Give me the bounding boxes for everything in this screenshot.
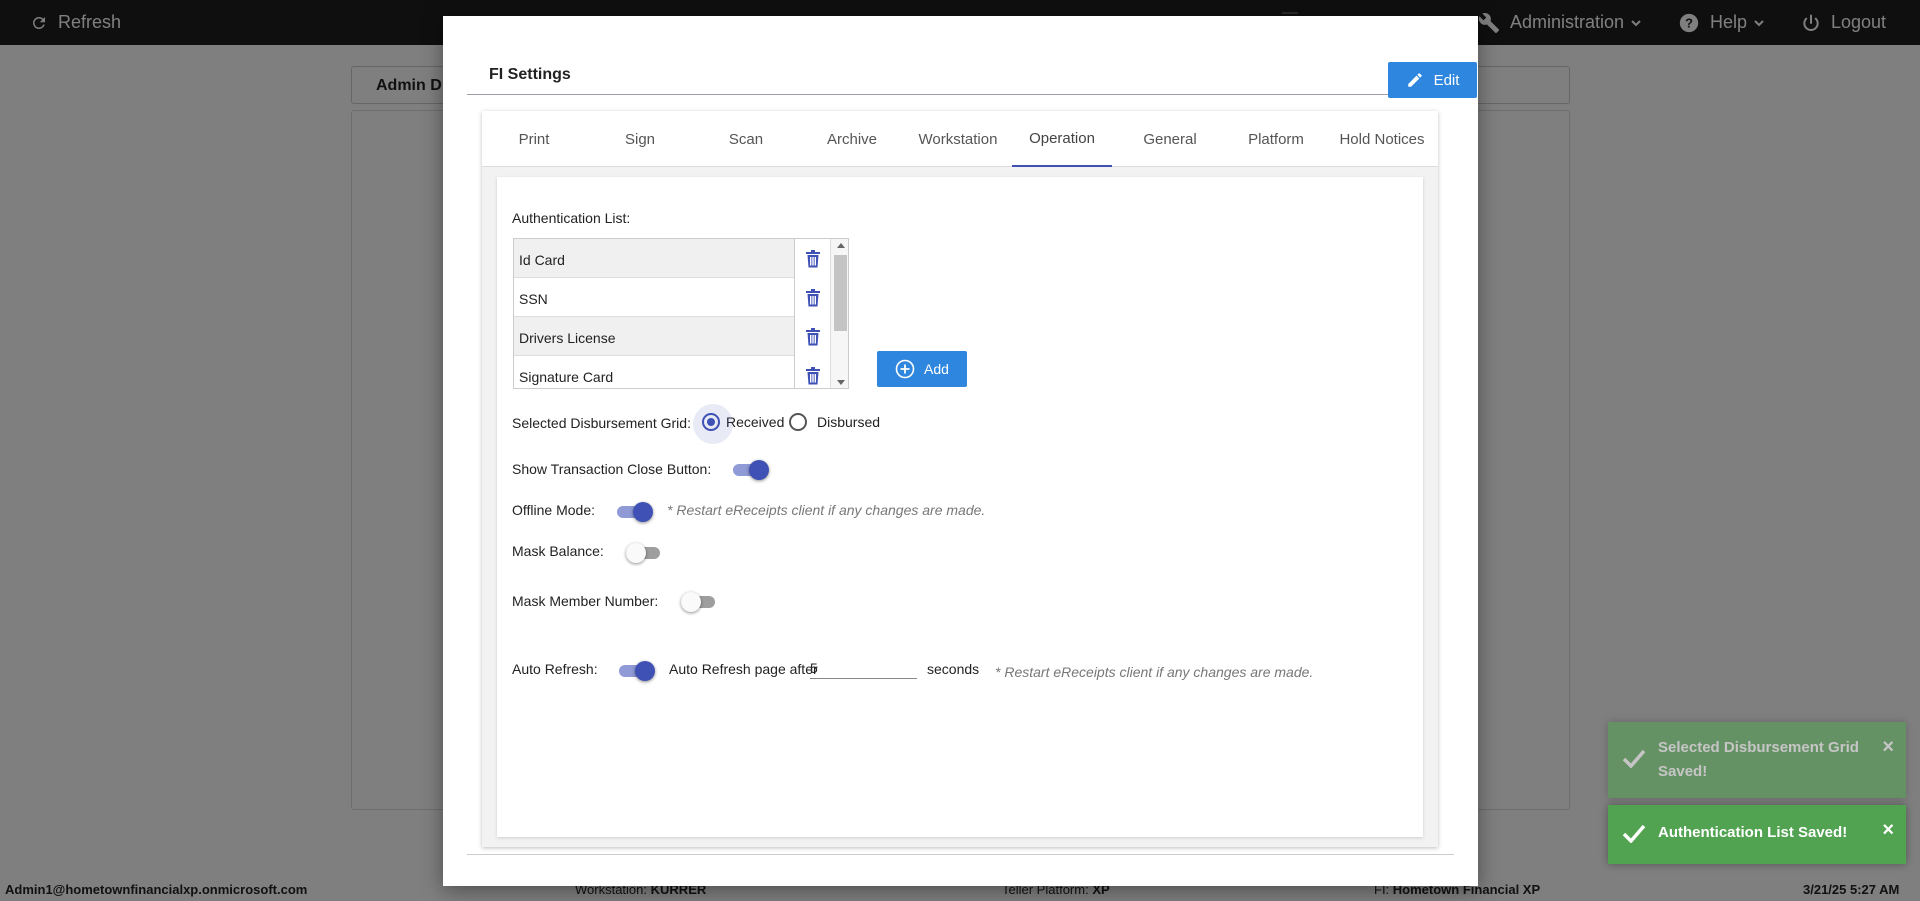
radio-disbursed-label: Disbursed [817, 414, 881, 430]
modal-header: FI Settings Edit [467, 38, 1477, 98]
close-icon[interactable]: × [1882, 819, 1894, 842]
list-item[interactable]: Signature Card [514, 356, 820, 388]
pencil-icon [1407, 73, 1422, 87]
delete-button[interactable] [794, 356, 830, 388]
tab-label: Sign [624, 130, 656, 148]
list-item-label: Drivers License [519, 330, 616, 346]
modal-title: FI Settings [489, 66, 571, 83]
scroll-up-arrow-icon[interactable] [837, 243, 845, 248]
toast-message: Authentication List Saved! [1658, 824, 1848, 841]
operation-settings-panel: Authentication List: Id Card SSN Drivers… [497, 177, 1423, 837]
mask-balance-label: Mask Balance: [512, 543, 604, 559]
scroll-thumb[interactable] [834, 255, 847, 331]
delete-button[interactable] [794, 278, 830, 317]
radio-received[interactable]: Received [693, 404, 785, 444]
list-scrollbar[interactable] [830, 239, 848, 388]
tab-general[interactable]: General [1118, 111, 1222, 167]
tab-label: Operation [1029, 129, 1095, 147]
check-icon [1622, 749, 1646, 768]
settings-card: Print Sign Scan Archive Workstation Oper… [467, 95, 1454, 855]
list-item[interactable]: SSN [514, 278, 820, 317]
add-label: Add [924, 361, 949, 377]
offline-restart-note: * Restart eReceipts client if any change… [667, 502, 986, 518]
edit-button[interactable]: Edit [1388, 62, 1477, 98]
tab-label: Platform [1248, 130, 1304, 148]
toast-authentication-saved[interactable]: Authentication List Saved! × [1608, 805, 1906, 864]
trash-icon [805, 249, 820, 267]
settings-card-body: Print Sign Scan Archive Workstation Oper… [482, 111, 1438, 847]
radio-received-button[interactable] [693, 404, 733, 444]
toast-disbursement-saved[interactable]: Selected Disbursement Grid Saved! × [1608, 722, 1906, 798]
settings-tabs: Print Sign Scan Archive Workstation Oper… [482, 111, 1438, 167]
authentication-list-label: Authentication List: [512, 210, 631, 226]
show-close-button-toggle[interactable] [733, 460, 769, 480]
fi-settings-modal: FI Settings Edit Print Sign Scan Archive… [443, 16, 1478, 886]
tab-scan[interactable]: Scan [694, 111, 798, 167]
auto-refresh-label: Auto Refresh: [512, 661, 598, 677]
tab-label: Scan [728, 130, 764, 148]
edit-label: Edit [1433, 71, 1460, 89]
add-button[interactable]: Add [877, 351, 967, 387]
mask-member-number-label: Mask Member Number: [512, 593, 659, 609]
auto-refresh-toggle[interactable] [619, 661, 655, 681]
radio-disbursed[interactable]: Disbursed [789, 413, 880, 431]
tab-label: Workstation [918, 130, 998, 148]
delete-button[interactable] [794, 317, 830, 356]
radio-received-label: Received [726, 414, 785, 430]
show-close-button-label: Show Transaction Close Button: [512, 461, 712, 477]
list-item-label: Signature Card [519, 369, 614, 385]
list-item-label: SSN [519, 291, 548, 307]
tab-hold-notices[interactable]: Hold Notices [1330, 111, 1434, 167]
tab-label: Print [518, 130, 550, 148]
tab-platform[interactable]: Platform [1224, 111, 1328, 167]
tab-operation[interactable]: Operation [1012, 111, 1112, 167]
scroll-down-arrow-icon[interactable] [837, 380, 845, 385]
disbursement-grid-label: Selected Disbursement Grid: [512, 415, 691, 431]
radio-disbursed-button[interactable] [789, 413, 807, 431]
mask-balance-toggle[interactable] [626, 543, 662, 563]
delete-button[interactable] [794, 239, 830, 278]
toast-message: Selected Disbursement Grid Saved! [1658, 739, 1859, 780]
tab-label: Archive [826, 130, 878, 148]
list-item[interactable]: Drivers License [514, 317, 820, 356]
list-item-label: Id Card [519, 252, 565, 268]
auto-refresh-after-label: Auto Refresh page after [669, 661, 818, 677]
tab-archive[interactable]: Archive [800, 111, 904, 167]
trash-icon [805, 366, 820, 384]
tab-print[interactable]: Print [482, 111, 586, 167]
radio-focus-halo [693, 404, 733, 444]
offline-mode-toggle[interactable] [617, 502, 653, 522]
list-item[interactable]: Id Card [514, 239, 820, 278]
check-icon [1622, 824, 1646, 843]
seconds-label: seconds [927, 661, 980, 677]
close-icon[interactable]: × [1882, 736, 1894, 759]
tab-workstation[interactable]: Workstation [906, 111, 1010, 167]
tab-sign[interactable]: Sign [588, 111, 692, 167]
auto-refresh-seconds-input[interactable] [810, 657, 917, 679]
toggle-thumb [681, 592, 701, 612]
mask-member-number-toggle[interactable] [681, 592, 717, 612]
tab-label: General [1143, 130, 1197, 148]
add-circle-icon [895, 359, 915, 379]
tab-label: Hold Notices [1339, 130, 1425, 148]
toggle-thumb [635, 661, 655, 681]
trash-icon [805, 327, 820, 345]
toggle-thumb [749, 460, 769, 480]
auto-refresh-restart-note: * Restart eReceipts client if any change… [995, 664, 1314, 680]
offline-mode-label: Offline Mode: [512, 502, 596, 518]
trash-icon [805, 288, 820, 306]
toggle-thumb [633, 502, 653, 522]
toggle-thumb [626, 543, 646, 563]
authentication-list[interactable]: Id Card SSN Drivers License Signature Ca… [513, 238, 849, 389]
